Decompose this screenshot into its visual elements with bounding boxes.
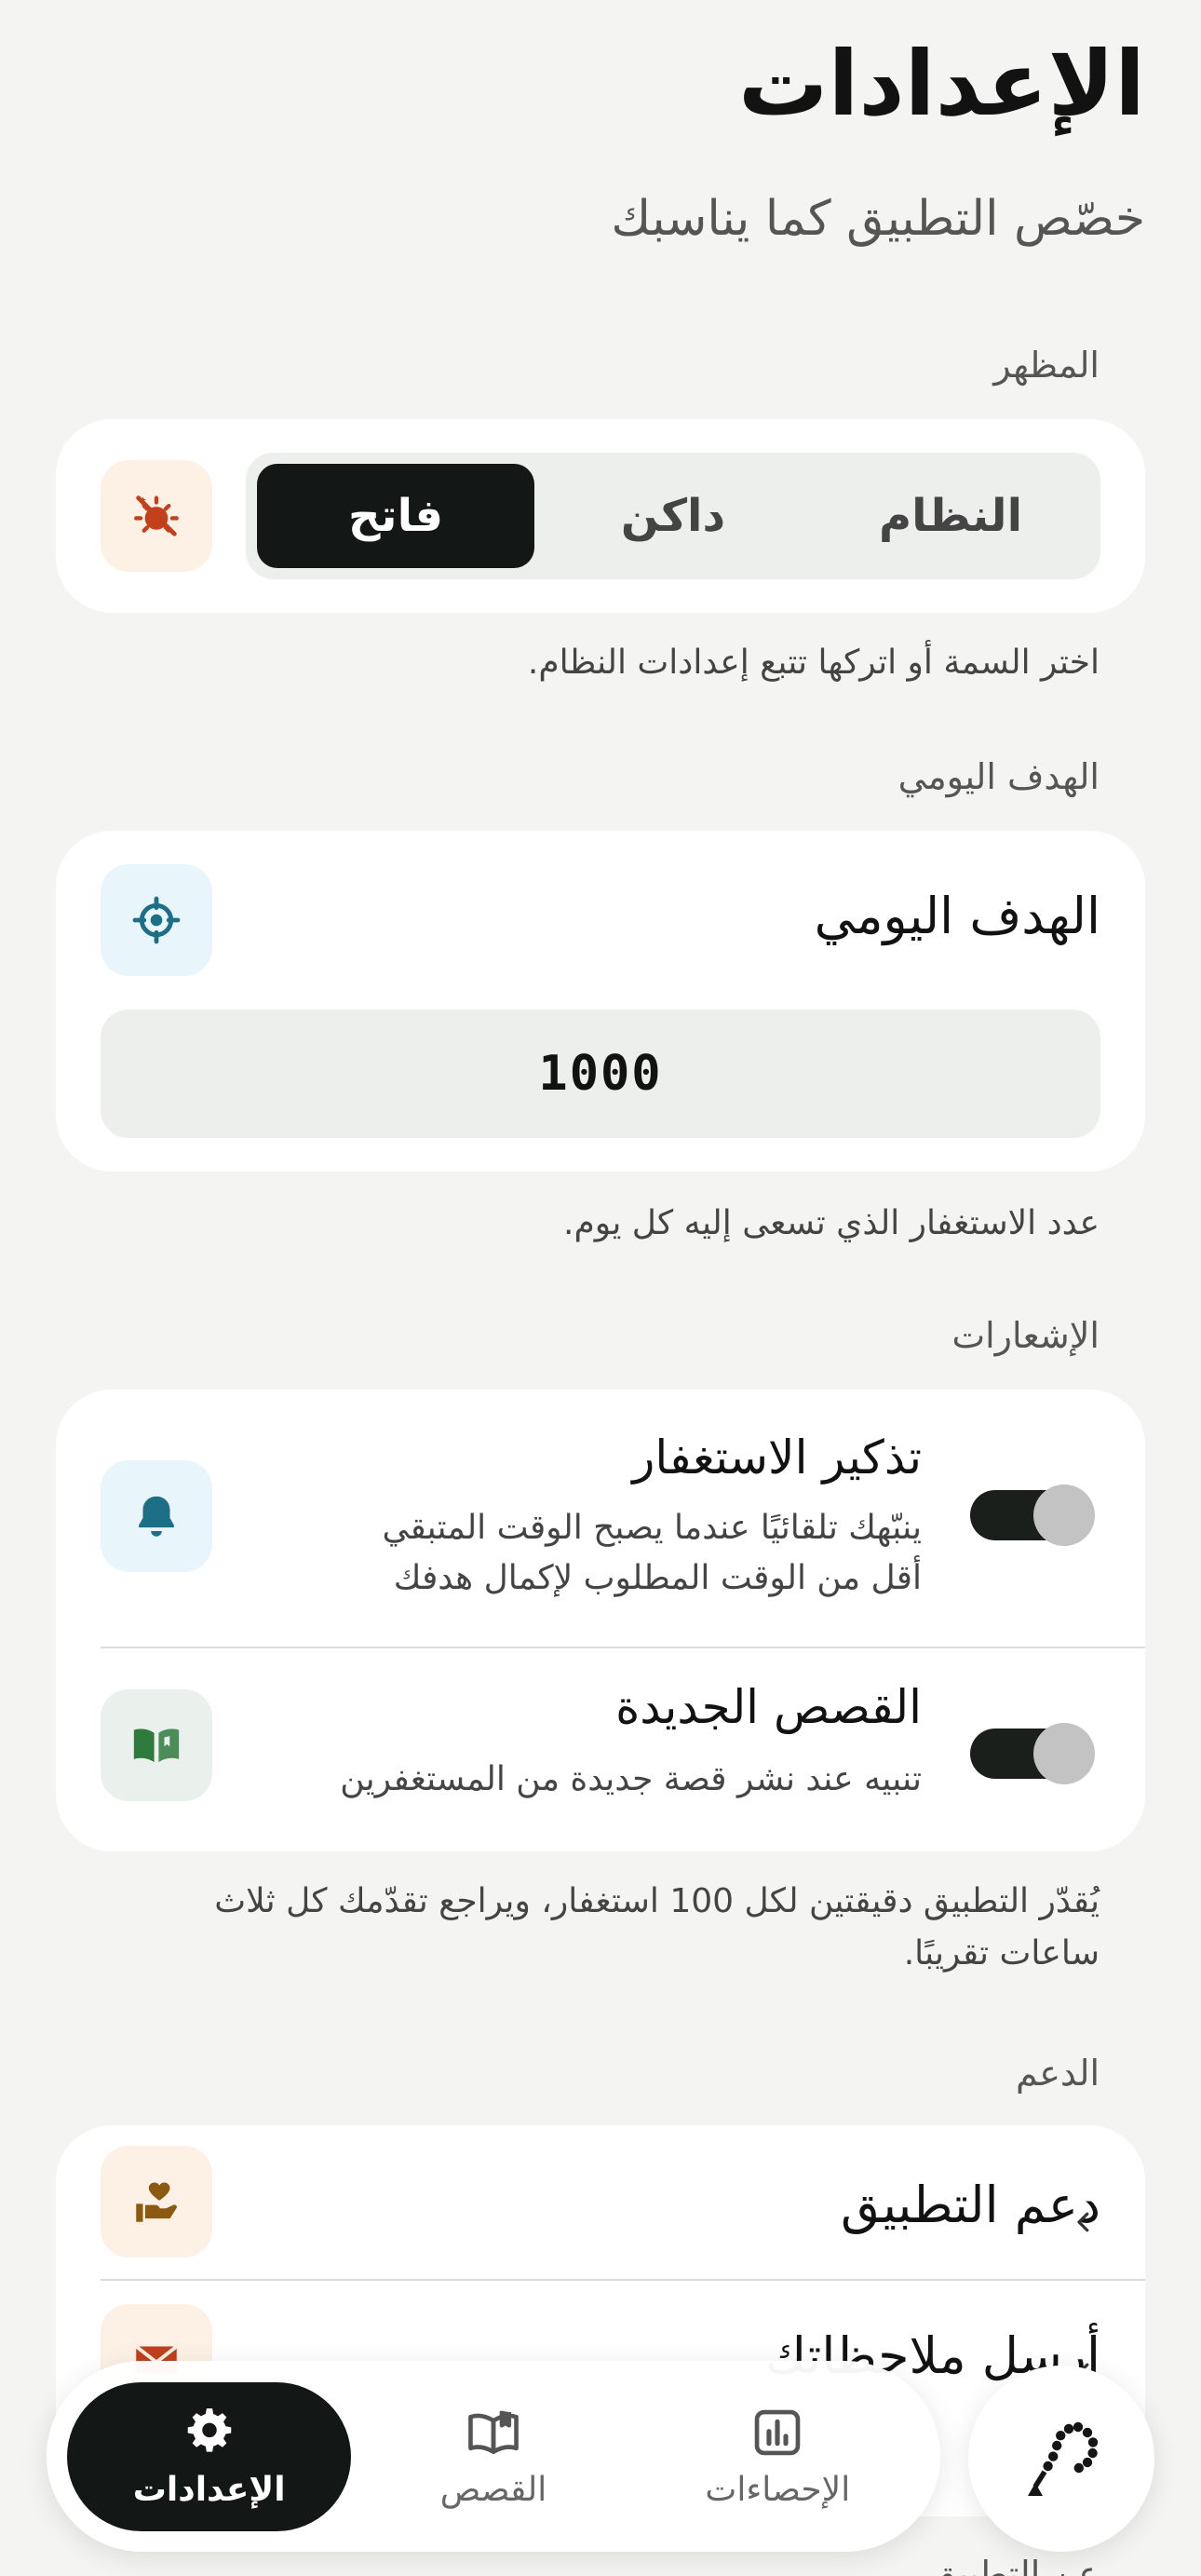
theme-option-light[interactable]: فاتح: [257, 464, 534, 568]
stories-description: تنبيه عند نشر قصة جديدة من المستغفرين: [340, 1760, 922, 1798]
gear-icon: [187, 2408, 231, 2452]
bottom-tab-bar: الإعدادات القصص الإحصاءات: [47, 2361, 940, 2552]
tab-statistics[interactable]: الإحصاءات: [636, 2382, 920, 2531]
heart-hand-icon: [101, 2146, 212, 2257]
tab-settings-label: الإعدادات: [132, 2471, 286, 2509]
daily-goal-note: عدد الاستغفار الذي تسعى إليه كل يوم.: [563, 1204, 1100, 1242]
section-label-appearance: المظهر: [993, 345, 1100, 386]
support-app-title[interactable]: دعم التطبيق: [841, 2176, 1100, 2234]
page-title: الإعدادات: [738, 32, 1145, 136]
notifications-note-line1: يُقدّر التطبيق دقيقتين لكل 100 استغفار، …: [214, 1882, 1100, 1920]
stories-title: القصص الجديدة: [615, 1680, 922, 1734]
chart-icon: [755, 2409, 801, 2456]
daily-goal-title: الهدف اليومي: [814, 887, 1100, 945]
section-label-notifications: الإشعارات: [951, 1315, 1100, 1356]
toggle-knob: [1033, 1485, 1095, 1546]
book-icon: [468, 2410, 519, 2454]
theme-option-dark[interactable]: داكن: [534, 464, 812, 568]
theme-sun-moon-icon: [101, 460, 212, 572]
appearance-note: اختر السمة أو اتركها تتبع إعدادات النظام…: [527, 644, 1100, 682]
open-book-icon: [101, 1689, 212, 1801]
notification-row-stories: القصص الجديدة تنبيه عند نشر قصة جديدة من…: [56, 1648, 1145, 1883]
daily-goal-card: الهدف اليومي 1000: [56, 831, 1145, 1172]
daily-goal-input[interactable]: 1000: [101, 1010, 1100, 1138]
target-icon: [101, 864, 212, 976]
section-label-support: الدعم: [1015, 2053, 1100, 2094]
tasbih-button[interactable]: [968, 2366, 1154, 2552]
reminder-title: تذكير الاستغفار: [632, 1430, 922, 1485]
stories-toggle[interactable]: [970, 1723, 1095, 1784]
tab-statistics-label: الإحصاءات: [705, 2471, 851, 2509]
tab-stories-label: القصص: [439, 2471, 547, 2509]
chevron-left-icon: [1063, 2202, 1104, 2243]
theme-option-system[interactable]: النظام: [812, 464, 1089, 568]
notifications-note: يُقدّر التطبيق دقيقتين لكل 100 استغفار، …: [94, 1876, 1100, 1980]
notifications-note-line2: ساعات تقريبًا.: [903, 1933, 1100, 1973]
tab-settings[interactable]: الإعدادات: [67, 2381, 352, 2531]
settings-screen: الإعدادات خصّص التطبيق كما يناسبك المظهر…: [0, 0, 1201, 2576]
notification-row-reminder: تذكير الاستغفار ينبّهك تلقائيًا عندما يص…: [56, 1390, 1145, 1624]
theme-segmented-control: فاتح داكن النظام: [246, 453, 1100, 579]
page-subtitle: خصّص التطبيق كما يناسبك: [611, 191, 1145, 247]
toggle-knob: [1033, 1723, 1095, 1784]
prayer-beads-icon: [1028, 2421, 1099, 2496]
reminder-description: ينبّهك تلقائيًا عندما يصبح الوقت المتبقي…: [270, 1503, 922, 1604]
tab-stories[interactable]: القصص: [351, 2382, 635, 2531]
reminder-toggle[interactable]: [970, 1485, 1095, 1546]
bell-icon: [101, 1460, 212, 1572]
reminder-desc-line1: ينبّهك تلقائيًا عندما يصبح الوقت المتبقي: [382, 1509, 922, 1547]
reminder-desc-line2: أقل من الوقت المطلوب لإكمال هدفك: [393, 1559, 922, 1597]
appearance-card: فاتح داكن النظام: [56, 419, 1145, 613]
section-label-daily-goal: الهدف اليومي: [897, 756, 1100, 797]
support-divider: [101, 2279, 1145, 2281]
section-label-about: عن التطبيق: [928, 2554, 1100, 2576]
notifications-card: تذكير الاستغفار ينبّهك تلقائيًا عندما يص…: [56, 1390, 1145, 1851]
